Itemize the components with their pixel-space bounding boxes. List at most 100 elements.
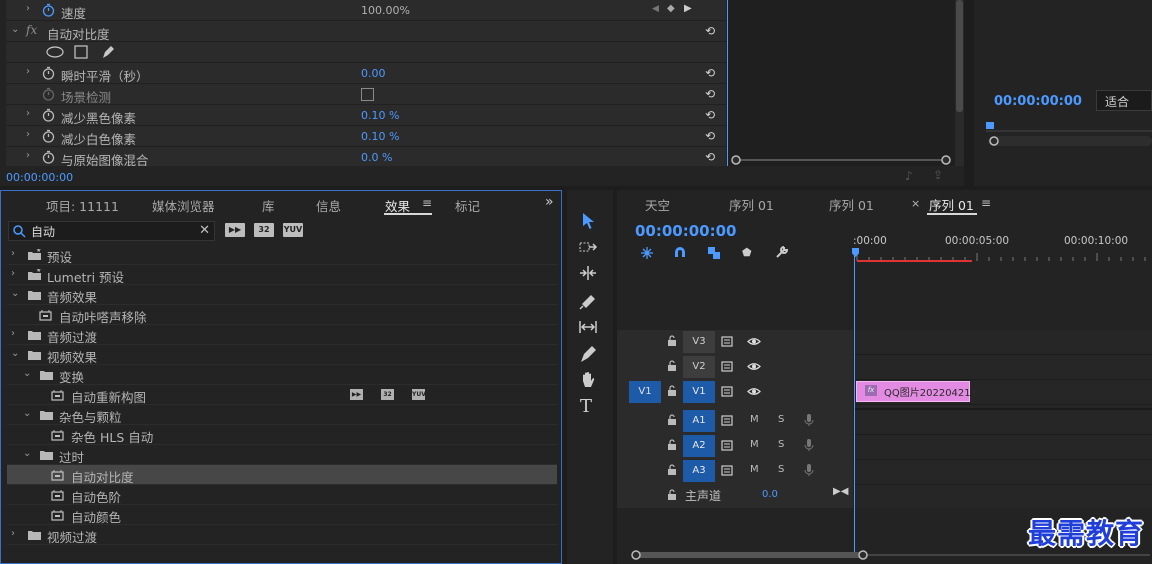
track-lock-icon[interactable] — [667, 414, 677, 425]
effects-tree-item[interactable]: 自动色阶 — [7, 485, 557, 505]
effects-tree-item[interactable]: › ★ Lumetri 预设 — [7, 265, 557, 285]
effects-search-input[interactable] — [31, 223, 195, 239]
razor-tool-icon[interactable] — [577, 289, 599, 311]
effects-tree-item[interactable]: ⌄ 过时 — [7, 445, 557, 465]
expand-arrow-icon[interactable]: › — [11, 328, 15, 339]
track-area[interactable] — [855, 330, 1152, 508]
track-lock-icon[interactable] — [667, 360, 677, 371]
master-volume-value[interactable]: 0.0 — [762, 489, 778, 500]
toggle-output-eye-icon[interactable] — [747, 361, 761, 372]
property-value[interactable]: 0.10 % — [361, 130, 399, 143]
tab-info[interactable]: 信息 — [316, 196, 341, 215]
track-lock-icon[interactable] — [667, 489, 677, 500]
property-row-speed[interactable]: › 速度 100.00% ◀ ◆ ▶ — [6, 0, 726, 21]
tab-markers[interactable]: 标记 — [455, 196, 480, 215]
track-target-v2[interactable]: V2 — [683, 356, 715, 378]
collapse-arrow-icon[interactable]: ⌄ — [11, 288, 19, 299]
effects-tree-item[interactable]: ⌄ 视频效果 — [7, 345, 557, 365]
property-row-blend[interactable]: › 与原始图像混合 0.0 % ⟲ — [6, 147, 726, 168]
mute-button[interactable]: M — [750, 439, 759, 450]
hand-tool-icon[interactable] — [577, 369, 599, 391]
next-keyframe-icon[interactable]: ▶ — [684, 3, 692, 14]
accelerated-effects-filter-icon[interactable]: ▶▶ — [225, 223, 245, 237]
collapse-arrow-icon[interactable]: ⌄ — [23, 368, 31, 379]
track-target-v1[interactable]: V1 — [683, 381, 715, 403]
reset-icon[interactable]: ⟲ — [705, 87, 715, 101]
program-zoom-scrollbar[interactable] — [988, 136, 1152, 146]
reset-icon[interactable]: ⟲ — [705, 150, 715, 164]
expand-arrow-icon[interactable]: › — [26, 150, 36, 162]
video-clip[interactable]: fx QQ图片202204211 — [856, 381, 977, 402]
solo-button[interactable]: S — [778, 414, 784, 425]
reset-icon[interactable]: ⟲ — [705, 108, 715, 122]
close-tab-icon[interactable]: × — [911, 197, 920, 210]
expand-arrow-icon[interactable]: › — [11, 528, 15, 539]
panel-menu-icon[interactable]: ≡ — [981, 196, 991, 210]
panel-menu-icon[interactable]: ≡ — [422, 196, 432, 210]
solo-button[interactable]: S — [778, 464, 784, 475]
toggle-output-eye-icon[interactable] — [747, 336, 761, 347]
pen-tool-icon[interactable] — [577, 343, 599, 365]
sync-lock-icon[interactable] — [721, 336, 735, 347]
effects-tree-item[interactable]: › 视频过渡 — [7, 525, 557, 545]
32bit-filter-icon[interactable]: 32 — [254, 223, 274, 237]
type-tool-icon[interactable]: T — [580, 396, 602, 418]
property-value[interactable]: 100.00% — [361, 4, 410, 17]
track-lock-icon[interactable] — [667, 439, 677, 450]
voice-over-mic-icon[interactable] — [804, 438, 814, 452]
mute-button[interactable]: M — [750, 414, 759, 425]
effects-tree-item[interactable]: › ★ 预设 — [7, 245, 557, 265]
add-keyframe-icon[interactable]: ◆ — [667, 3, 675, 14]
source-patch-v1[interactable]: V1 — [629, 381, 661, 403]
property-row-black-clip[interactable]: › 减少黑色像素 0.10 % ⟲ — [6, 105, 726, 126]
property-value[interactable]: 0.0 % — [361, 151, 392, 164]
nest-icon[interactable] — [639, 245, 655, 261]
expand-arrow-icon[interactable]: › — [11, 248, 15, 259]
effects-tree-item[interactable]: 自动重新构图 ▶▶ 32 YUV — [7, 385, 557, 405]
selection-tool-icon[interactable] — [577, 210, 599, 232]
effect-controls-timeline[interactable] — [727, 0, 955, 166]
effect-controls-playhead[interactable] — [727, 0, 728, 166]
effects-tree-item[interactable]: 自动咔嗒声移除 — [7, 305, 557, 325]
rectangle-mask-icon[interactable] — [74, 45, 88, 59]
tab-sequence-sky[interactable]: 天空 — [645, 195, 670, 214]
mute-button[interactable]: M — [750, 464, 759, 475]
go-to-end-icon[interactable]: ▶◀ — [833, 486, 848, 497]
snap-icon[interactable] — [672, 245, 688, 261]
collapse-arrow-icon[interactable]: ⌄ — [23, 408, 31, 419]
sync-lock-icon[interactable] — [721, 415, 735, 426]
effects-search-box[interactable]: ✕ — [8, 221, 215, 241]
track-lock-icon[interactable] — [667, 335, 677, 346]
collapse-arrow-icon[interactable]: ⌄ — [23, 448, 31, 459]
tab-libraries[interactable]: 库 — [262, 196, 275, 215]
ripple-edit-tool-icon[interactable] — [577, 262, 599, 284]
track-select-tool-icon[interactable] — [577, 236, 599, 258]
timeline-playhead[interactable] — [854, 252, 855, 552]
timeline-timecode[interactable]: 00:00:00:00 — [635, 222, 737, 240]
toggle-output-eye-icon[interactable] — [747, 386, 761, 397]
scene-detect-checkbox[interactable] — [361, 88, 374, 101]
sync-lock-icon[interactable] — [721, 465, 735, 476]
stopwatch-icon[interactable] — [42, 108, 55, 122]
fx-icon[interactable]: fx — [26, 23, 37, 37]
sync-lock-icon[interactable] — [721, 440, 735, 451]
clear-search-icon[interactable]: ✕ — [199, 223, 210, 238]
property-row-temporal-smoothing[interactable]: › 瞬时平滑（秒） 0.00 ⟲ — [6, 63, 726, 84]
solo-button[interactable]: S — [778, 439, 784, 450]
program-ruler[interactable] — [986, 122, 1152, 132]
zoom-fit-dropdown[interactable]: 适合 — [1096, 90, 1152, 111]
stopwatch-icon[interactable] — [42, 150, 55, 164]
prev-keyframe-icon[interactable]: ◀ — [652, 4, 659, 14]
expand-arrow-icon[interactable]: › — [11, 268, 15, 279]
effects-tree-item[interactable]: 自动颜色 — [7, 505, 557, 525]
track-target-a3[interactable]: A3 — [683, 460, 715, 482]
tab-sequence-01-active[interactable]: 序列 01 — [929, 195, 974, 214]
reset-icon[interactable]: ⟲ — [705, 129, 715, 143]
timeline-settings-icon[interactable] — [774, 244, 790, 260]
sync-lock-icon[interactable] — [721, 361, 735, 372]
expand-arrow-icon[interactable]: › — [26, 129, 36, 141]
collapse-arrow-icon[interactable]: ⌄ — [11, 24, 21, 36]
effects-tree-item[interactable]: ⌄ 杂色与颗粒 — [7, 405, 557, 425]
effects-tree-item[interactable]: ⌄ 音频效果 — [7, 285, 557, 305]
expand-arrow-icon[interactable]: › — [26, 3, 36, 15]
